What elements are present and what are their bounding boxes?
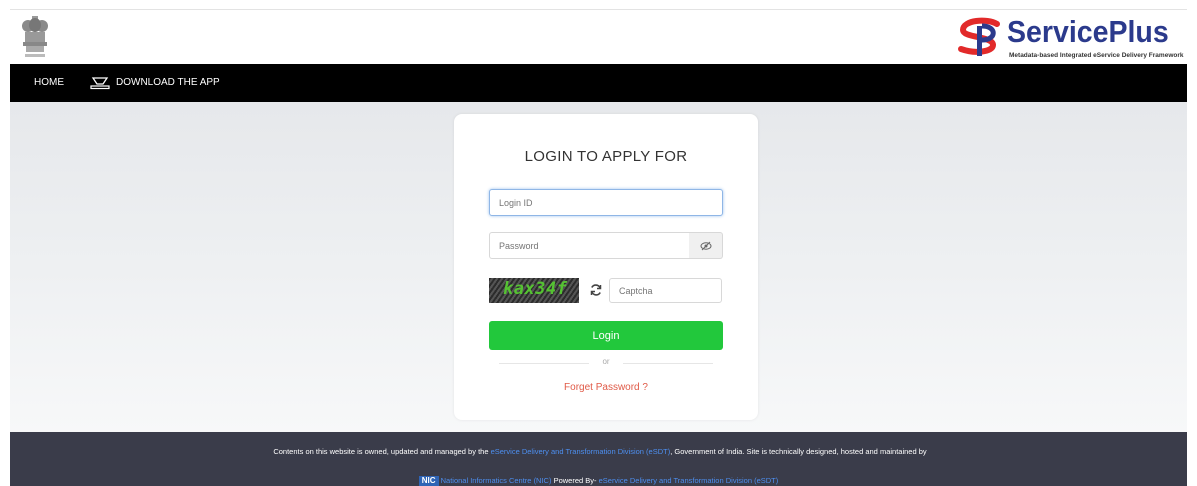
serviceplus-logo-icon: [957, 16, 1003, 63]
download-app-icon: [90, 77, 110, 90]
header: ServicePlus Metadata-based Integrated eS…: [0, 10, 1197, 64]
login-button[interactable]: Login: [489, 321, 723, 350]
password-input[interactable]: [489, 232, 690, 259]
login-card: LOGIN TO APPLY FOR kax34f Login: [454, 114, 758, 420]
brand-tagline: Metadata-based Integrated eService Deliv…: [1009, 52, 1184, 59]
refresh-captcha-icon[interactable]: [589, 283, 603, 302]
footer-nic-link[interactable]: National Informatics Centre (NIC): [441, 476, 552, 485]
brand-name: ServicePlus: [1007, 14, 1169, 49]
nic-logo: NIC: [418, 476, 439, 486]
footer-ownership-text: Contents on this website is owned, updat…: [273, 447, 927, 456]
or-text: or: [602, 357, 610, 366]
footer-powered-link[interactable]: eService Delivery and Transformation Div…: [599, 476, 779, 485]
navbar: HOME DOWNLOAD THE APP: [10, 64, 1187, 102]
login-title: LOGIN TO APPLY FOR: [524, 148, 688, 165]
captcha-input[interactable]: [609, 278, 722, 303]
forget-password-link[interactable]: Forget Password ?: [454, 382, 758, 393]
serviceplus-brand: ServicePlus Metadata-based Integrated eS…: [955, 10, 1185, 64]
footer-credits: NIC National Informatics Centre (NIC) Po…: [10, 476, 1187, 486]
nav-download-app-link[interactable]: DOWNLOAD THE APP: [90, 64, 220, 102]
toggle-password-button[interactable]: [689, 232, 723, 259]
footer: Contents on this website is owned, updat…: [10, 432, 1187, 486]
captcha-image: kax34f: [489, 278, 579, 303]
login-id-input[interactable]: [489, 189, 723, 216]
footer-esdt-link[interactable]: eService Delivery and Transformation Div…: [491, 447, 671, 456]
nav-home-link[interactable]: HOME: [34, 64, 64, 102]
eye-slash-icon: [700, 241, 711, 250]
national-emblem-icon: [20, 14, 50, 62]
nav-download-app-label: DOWNLOAD THE APP: [116, 77, 220, 88]
captcha-text: kax34f: [503, 279, 568, 299]
or-divider: or: [499, 357, 713, 369]
main-area: LOGIN TO APPLY FOR kax34f Login: [10, 102, 1187, 432]
